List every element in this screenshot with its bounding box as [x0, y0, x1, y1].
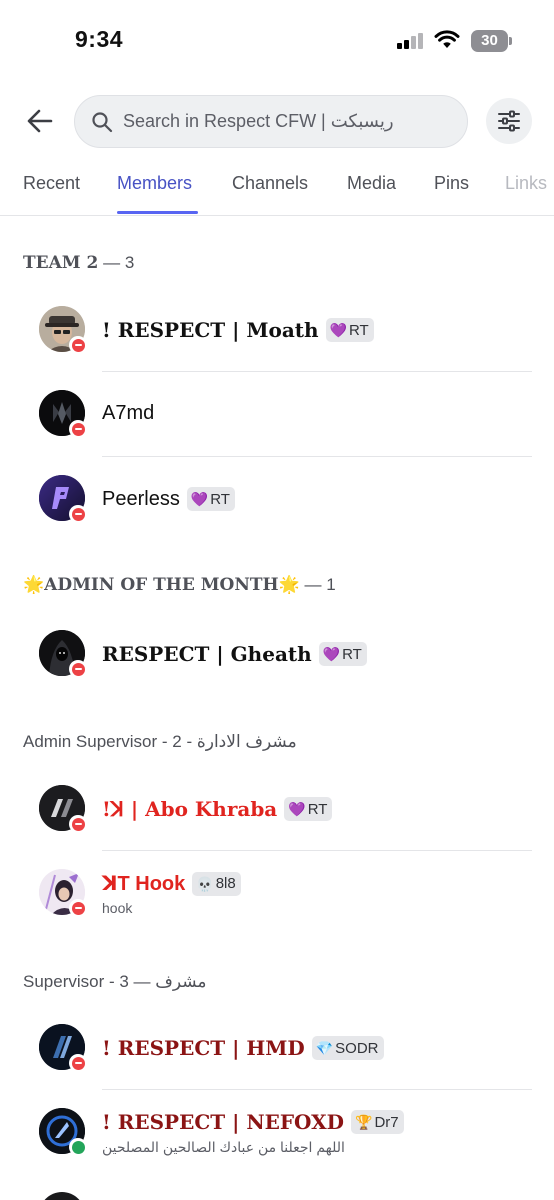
wifi-icon: [434, 30, 460, 48]
member-row[interactable]: A7md: [0, 372, 554, 456]
tag-label: SODR: [335, 1039, 379, 1057]
member-name-line: ! RESPECT | Moath 💜 RT: [102, 318, 374, 342]
member-custom-status: hook: [102, 900, 133, 916]
member-name-line: A7md: [102, 402, 154, 425]
sliders-icon: [498, 110, 520, 132]
section-separator: —: [103, 253, 125, 272]
member-row[interactable]: RESPECT | Gheath 💜 RT: [0, 612, 554, 696]
section-header-admin-supervisor: Admin Supervisor - 2 - مشرف الادارة: [23, 732, 297, 752]
battery-icon: 30: [471, 30, 508, 52]
tab-media[interactable]: Media: [347, 173, 396, 194]
section-title: TEAM 2: [23, 253, 99, 273]
star-icon: 🌟: [278, 575, 300, 594]
member-row[interactable]: Peerless 💜 RT: [0, 457, 554, 541]
search-input[interactable]: Search in Respect CFW | ريسبكت: [74, 95, 468, 148]
server-tag: 🏆 Dr7: [351, 1110, 404, 1134]
section-count: 1: [326, 575, 336, 594]
member-name: ꓘT Hook: [102, 873, 186, 895]
server-tag: 💜 RT: [186, 487, 235, 511]
section-title: Supervisor - 3 — مشرف: [23, 972, 207, 991]
diamond-icon: 💎: [315, 1040, 334, 1056]
dnd-status-icon: [69, 660, 87, 678]
purple-heart-icon: 💜: [329, 322, 347, 338]
section-header-supervisor: Supervisor - 3 — مشرف: [23, 972, 207, 992]
server-tag: 💜 RT: [325, 318, 374, 342]
skull-icon: 💀: [196, 875, 214, 892]
active-tab-indicator: [117, 211, 198, 214]
member-name-line: RESPECT | Gheath 💜 RT: [102, 642, 367, 666]
server-tag: 💜 RT: [318, 642, 367, 666]
status-bar: 9:34 30: [0, 0, 554, 80]
member-row[interactable]: ! RESPECT | NEFOXD 🏆 Dr7 اللهم اجعلنا من …: [0, 1090, 554, 1174]
status-time: 9:34: [75, 26, 124, 52]
dnd-status-icon: [69, 505, 87, 523]
member-row-partial[interactable]: [0, 1174, 554, 1200]
cellular-signal-icon: [397, 33, 425, 49]
online-status-icon: [69, 1138, 87, 1156]
avatar: [39, 1192, 85, 1200]
filter-button[interactable]: [486, 98, 532, 144]
search-placeholder: Search in Respect CFW | ريسبكت: [123, 111, 394, 131]
tab-bar: Recent Members Channels Media Pins Links: [0, 160, 554, 216]
section-title: ADMIN OF THE MONTH: [44, 575, 279, 595]
tag-label: 8l8: [215, 875, 236, 892]
member-name: RESPECT | Gheath: [102, 642, 312, 666]
section-title: Admin Supervisor - 2 - مشرف الادارة: [23, 732, 297, 751]
server-tag: 💎 SODR: [311, 1036, 384, 1060]
dnd-status-icon: [69, 1054, 87, 1072]
member-name-line: Peerless 💜 RT: [102, 487, 235, 511]
dnd-status-icon: [69, 420, 87, 438]
dnd-status-icon: [69, 899, 87, 917]
member-name: A7md: [102, 402, 155, 424]
server-tag: 💜 RT: [284, 797, 333, 821]
battery-nub: [509, 37, 512, 45]
member-name-line: ! RESPECT | HMD 💎 SODR: [102, 1036, 384, 1060]
tab-members[interactable]: Members: [117, 173, 192, 194]
section-count: 3: [124, 253, 135, 272]
purple-heart-icon: 💜: [322, 646, 341, 662]
dnd-status-icon: [69, 815, 87, 833]
member-name: ! RESPECT | HMD: [102, 1036, 305, 1060]
member-custom-status: اللهم اجعلنا من عبادك الصالحين المصلحين: [102, 1139, 345, 1155]
member-name-line: !ꓘ | Abo Khraba 💜 RT: [102, 797, 333, 821]
back-button[interactable]: [22, 103, 58, 139]
section-header-team-2: TEAM 2 — 3: [23, 253, 134, 273]
trophy-icon: 🏆: [355, 1114, 373, 1130]
member-name-line: ! RESPECT | NEFOXD 🏆 Dr7: [102, 1110, 404, 1134]
member-row[interactable]: ! RESPECT | Moath 💜 RT: [0, 288, 554, 372]
section-header-admin-of-the-month: 🌟ADMIN OF THE MONTH🌟 — 1: [23, 575, 336, 595]
member-name-line: ꓘT Hook 💀 8l8: [102, 871, 241, 896]
tab-pins[interactable]: Pins: [434, 173, 469, 194]
tag-label: RT: [210, 490, 230, 508]
member-name: ! RESPECT | NEFOXD: [102, 1110, 344, 1134]
purple-heart-icon: 💜: [288, 801, 306, 817]
dnd-status-icon: [69, 336, 87, 354]
tag-label: RT: [342, 645, 362, 663]
star-icon: 🌟: [23, 575, 45, 594]
tab-channels[interactable]: Channels: [232, 173, 308, 194]
member-row[interactable]: ! RESPECT | HMD 💎 SODR: [0, 1006, 554, 1090]
section-separator: —: [304, 575, 327, 594]
server-tag: 💀 8l8: [192, 871, 241, 896]
member-name: !ꓘ | Abo Khraba: [102, 797, 278, 821]
tag-label: Dr7: [374, 1113, 399, 1131]
member-name: ! RESPECT | Moath: [102, 318, 319, 342]
search-icon: [92, 111, 113, 132]
member-name: Peerless: [102, 487, 180, 510]
purple-heart-icon: 💜: [190, 491, 209, 507]
arrow-left-icon: [27, 109, 53, 133]
member-row[interactable]: !ꓘ | Abo Khraba 💜 RT: [0, 767, 554, 851]
member-row[interactable]: ꓘT Hook 💀 8l8 hook: [0, 851, 554, 935]
tab-recent[interactable]: Recent: [23, 173, 80, 194]
tab-links[interactable]: Links: [505, 173, 547, 194]
tag-label: RT: [307, 800, 328, 818]
tag-label: RT: [349, 321, 369, 339]
